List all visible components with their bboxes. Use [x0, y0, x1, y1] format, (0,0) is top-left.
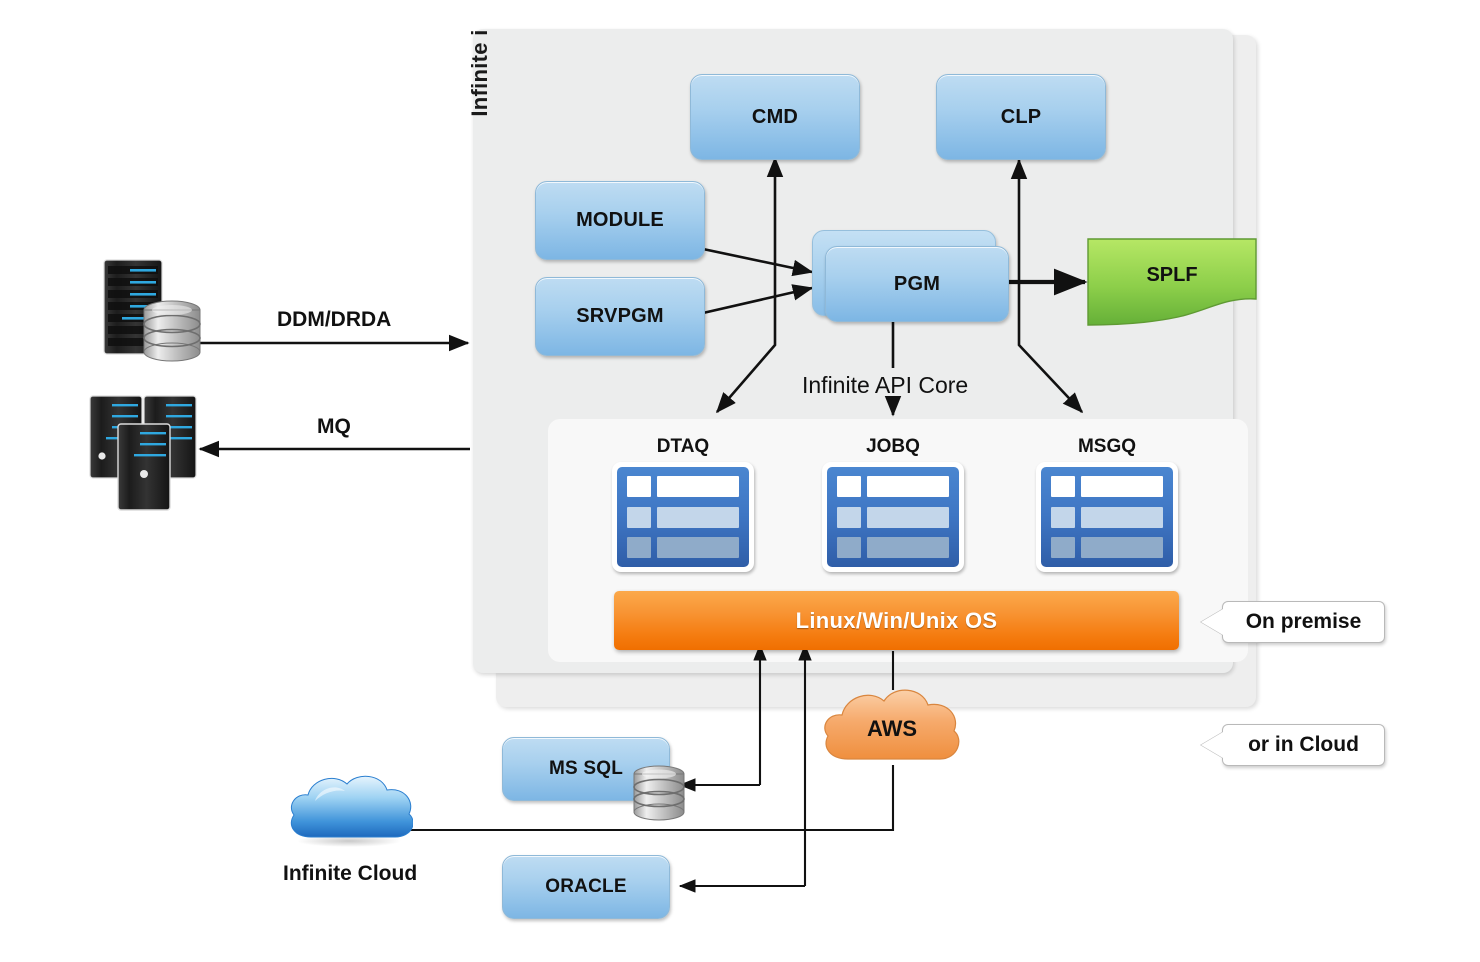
- callout-on-premise: On premise: [1201, 601, 1385, 643]
- box-pgm[interactable]: PGM: [825, 246, 1009, 322]
- msgq-icon: [1036, 462, 1178, 572]
- jobq-icon: [822, 462, 964, 572]
- queue-msgq-label: MSGQ: [1077, 436, 1137, 457]
- box-clp[interactable]: CLP: [936, 74, 1106, 160]
- aws-cloud-label: AWS: [866, 716, 918, 741]
- box-module-label: MODULE: [576, 209, 664, 231]
- callout-tail-icon: [1201, 732, 1223, 758]
- queue-msgq[interactable]: MSGQ: [1036, 436, 1178, 572]
- infinite-cloud-caption: Infinite Cloud: [283, 862, 418, 885]
- callout-or-in-cloud: or in Cloud: [1201, 724, 1385, 766]
- box-cmd-label: CMD: [751, 105, 799, 128]
- callout-or-in-cloud-label: or in Cloud: [1248, 733, 1359, 756]
- box-clp-label: CLP: [1000, 105, 1042, 128]
- connection-mq-label: MQ: [317, 415, 351, 438]
- box-splf[interactable]: SPLF: [1086, 237, 1258, 329]
- connection-ddm-drda-label: DDM/DRDA: [277, 308, 392, 331]
- queue-dtaq-label: DTAQ: [656, 436, 710, 457]
- diagram-canvas: Infinite i CMD CLP MODULE SRVPGM PGM SPL…: [0, 0, 1480, 962]
- server-cluster-icon: [88, 392, 212, 514]
- server-with-database-icon: [100, 256, 204, 368]
- box-srvpgm[interactable]: SRVPGM: [535, 277, 705, 356]
- infinite-i-vertical-label: Infinite i: [467, 29, 492, 117]
- box-cmd[interactable]: CMD: [690, 74, 860, 160]
- queue-jobq-label: JOBQ: [866, 436, 920, 457]
- ms-sql-database-icon: [630, 764, 688, 824]
- splf-shape: [1087, 238, 1257, 326]
- infinite-api-core-label: Infinite API Core: [802, 372, 969, 398]
- callout-on-premise-label: On premise: [1245, 610, 1362, 633]
- box-module[interactable]: MODULE: [535, 181, 705, 260]
- dtaq-icon: [612, 462, 754, 572]
- box-srvpgm-label: SRVPGM: [576, 305, 664, 327]
- box-ms-sql-label: MS SQL: [548, 758, 624, 779]
- os-bar-label: Linux/Win/Unix OS: [795, 607, 998, 633]
- box-pgm-label: PGM: [893, 272, 941, 295]
- os-bar[interactable]: Linux/Win/Unix OS: [614, 591, 1179, 650]
- aws-cloud-icon[interactable]: AWS: [818, 681, 966, 767]
- box-oracle-label: ORACLE: [545, 876, 627, 897]
- callout-tail-icon: [1201, 609, 1223, 635]
- infinite-cloud-icon: [285, 771, 414, 847]
- queue-jobq[interactable]: JOBQ: [822, 436, 964, 572]
- box-oracle[interactable]: ORACLE: [502, 855, 670, 919]
- queue-dtaq[interactable]: DTAQ: [612, 436, 754, 572]
